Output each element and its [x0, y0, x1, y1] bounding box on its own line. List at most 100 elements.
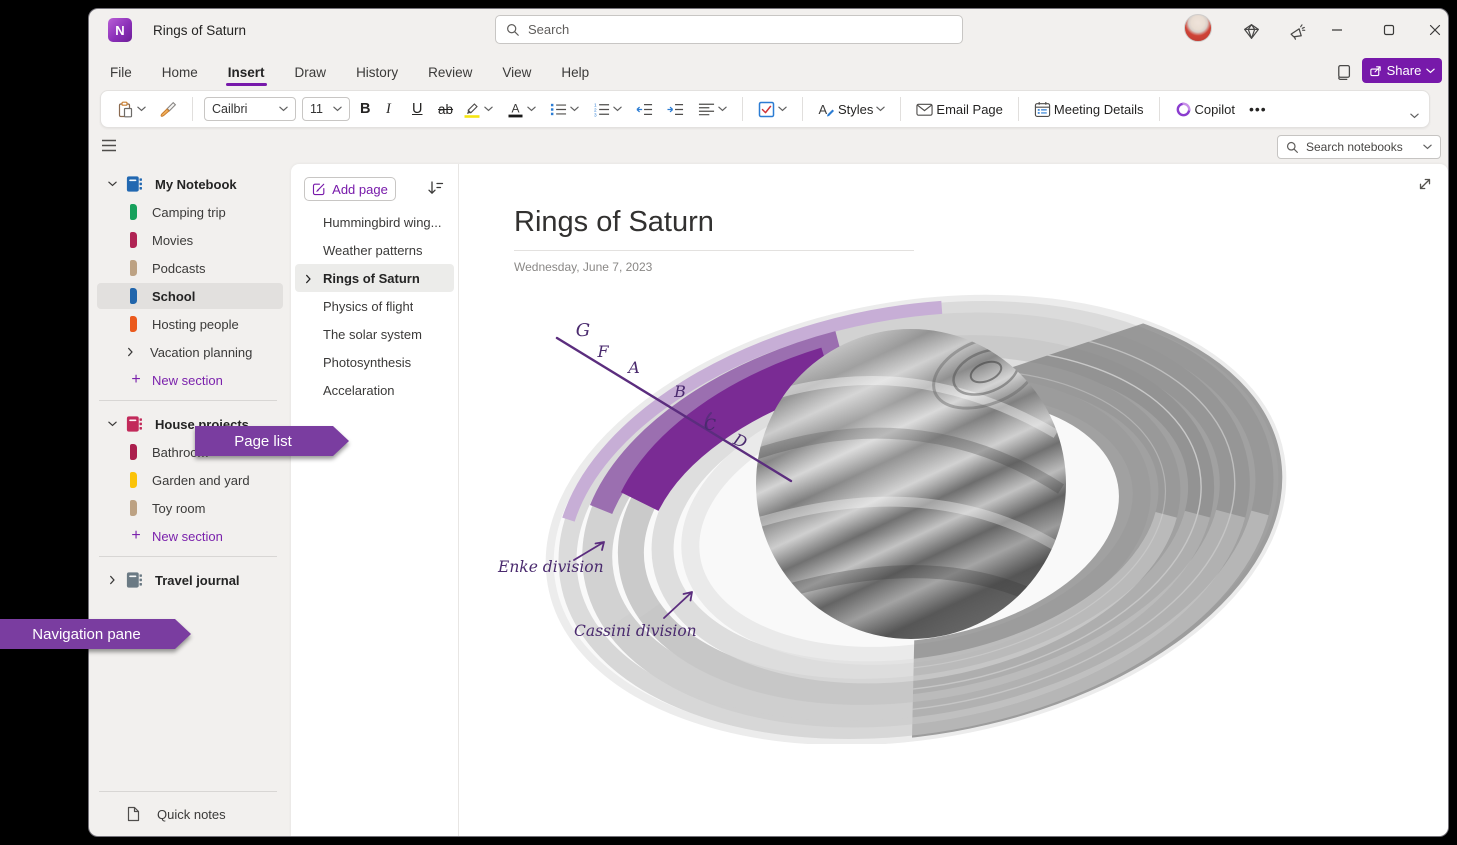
section-label: Camping trip [152, 205, 226, 220]
annotation-enke-division: Enke division [497, 558, 604, 576]
close-button[interactable] [1420, 17, 1449, 43]
menu-view[interactable]: View [501, 63, 532, 82]
expand-icon[interactable] [1417, 176, 1435, 194]
menu-file[interactable]: File [109, 63, 133, 82]
page-title: Weather patterns [323, 243, 422, 258]
page-title-heading[interactable]: Rings of Saturn [514, 206, 714, 239]
styles-label: Styles [838, 102, 873, 117]
chevron-down-icon[interactable] [101, 181, 123, 187]
menu-insert[interactable]: Insert [227, 63, 266, 82]
title-underline [514, 250, 914, 251]
section-camping-trip[interactable]: Camping trip [97, 199, 283, 225]
section-label: Vacation planning [150, 345, 252, 360]
new-section-button[interactable]: + New section [97, 367, 283, 393]
meeting-details-button[interactable]: Meeting Details [1030, 98, 1148, 121]
add-page-button[interactable]: Add page [304, 177, 396, 201]
ribbon-collapse-button[interactable] [1410, 106, 1419, 124]
font-color-button[interactable]: A [503, 98, 540, 121]
sort-pages-button[interactable] [426, 179, 446, 199]
page-hummingbird-wing[interactable]: Hummingbird wing... [295, 208, 454, 236]
section-color-tab [130, 500, 137, 516]
section-garden-and-yard[interactable]: Garden and yard [97, 467, 283, 493]
saturn-drawing[interactable]: G F A B C D Enke division Cassini divisi… [481, 294, 1311, 744]
copilot-button[interactable]: Copilot [1171, 98, 1239, 121]
page-the-solar-system[interactable]: The solar system [295, 320, 454, 348]
callout-page-list: Page list [195, 426, 349, 456]
font-color-icon: A [507, 101, 524, 118]
search-input[interactable]: Search [495, 15, 963, 44]
bold-button[interactable]: B [356, 98, 376, 120]
copilot-icon [1175, 101, 1192, 118]
notebook-my-notebook[interactable]: My Notebook [97, 171, 283, 197]
section-color-tab [130, 204, 137, 220]
font-name-select[interactable]: Cailbri [204, 97, 296, 121]
email-page-button[interactable]: Email Page [912, 98, 1006, 121]
todo-tag-button[interactable] [754, 98, 791, 121]
outdent-button[interactable] [632, 98, 657, 121]
chevron-down-icon[interactable] [101, 421, 123, 427]
svg-text:A: A [819, 102, 828, 117]
format-painter-button[interactable] [156, 98, 181, 121]
section-school[interactable]: School [97, 283, 283, 309]
page-accelaration[interactable]: Accelaration [295, 376, 454, 404]
page-weather-patterns[interactable]: Weather patterns [295, 236, 454, 264]
numbered-list-icon: 1 2 3 [593, 101, 610, 118]
minimize-button[interactable] [1322, 17, 1352, 43]
plus-icon: + [130, 527, 142, 545]
account-avatar[interactable] [1184, 14, 1212, 42]
search-notebooks-input[interactable]: Search notebooks [1277, 135, 1441, 159]
highlight-button[interactable] [460, 98, 497, 121]
section-hosting-people[interactable]: Hosting people [97, 311, 283, 337]
nav-toggle-hamburger-icon[interactable] [101, 138, 119, 154]
paste-button[interactable] [113, 98, 150, 121]
maximize-button[interactable] [1374, 17, 1404, 43]
callout-page-list-banner: Page list [195, 426, 349, 456]
page-physics-of-flight[interactable]: Physics of flight [295, 292, 454, 320]
new-section-label: New section [152, 529, 223, 544]
section-group-vacation-planning[interactable]: Vacation planning [97, 339, 283, 365]
page-photosynthesis[interactable]: Photosynthesis [295, 348, 454, 376]
new-section-button[interactable]: + New section [97, 523, 283, 549]
italic-button[interactable]: I [382, 98, 402, 121]
menu-draw[interactable]: Draw [294, 63, 328, 82]
chevron-right-icon[interactable] [101, 577, 123, 583]
page-title: Hummingbird wing... [323, 215, 442, 230]
section-toy-room[interactable]: Toy room [97, 495, 283, 521]
side-by-side-pages-icon[interactable] [1331, 61, 1353, 83]
section-podcasts[interactable]: Podcasts [97, 255, 283, 281]
indent-icon [667, 101, 684, 118]
ribbon-more-button[interactable]: ••• [1245, 101, 1271, 117]
premium-diamond-icon[interactable] [1241, 21, 1261, 41]
menu-history[interactable]: History [355, 63, 399, 82]
notebook-travel-journal[interactable]: Travel journal [97, 567, 283, 593]
section-color-tab [130, 316, 137, 332]
align-button[interactable] [694, 98, 731, 121]
font-size-select[interactable]: 11 [302, 97, 350, 121]
quick-notes-button[interactable]: Quick notes [97, 800, 283, 828]
chevron-right-icon[interactable] [123, 349, 137, 355]
share-button[interactable]: Share [1362, 58, 1442, 83]
divider [99, 791, 277, 792]
chevron-down-icon [876, 106, 885, 112]
section-label: Garden and yard [152, 473, 250, 488]
feedback-megaphone-icon[interactable] [1287, 21, 1307, 41]
search-icon [506, 23, 520, 37]
styles-button[interactable]: A Styles [814, 98, 889, 121]
calendar-icon [1034, 101, 1051, 118]
menu-help[interactable]: Help [560, 63, 590, 82]
menu-home[interactable]: Home [161, 63, 199, 82]
bullets-button[interactable] [546, 98, 583, 121]
page-rings-of-saturn[interactable]: Rings of Saturn [295, 264, 454, 292]
page-title: Rings of Saturn [323, 271, 420, 286]
numbering-button[interactable]: 1 2 3 [589, 98, 626, 121]
page-list-pane: Add page Hummingbird wing... Weather pat… [291, 164, 459, 836]
callout-navigation-pane: Navigation pane [0, 619, 191, 649]
section-label: Hosting people [152, 317, 239, 332]
strikethrough-button[interactable]: ab [434, 99, 454, 120]
align-icon [698, 101, 715, 118]
indent-button[interactable] [663, 98, 688, 121]
search-placeholder: Search [528, 22, 569, 37]
menu-review[interactable]: Review [427, 63, 473, 82]
section-movies[interactable]: Movies [97, 227, 283, 253]
underline-button[interactable]: U [408, 98, 428, 120]
